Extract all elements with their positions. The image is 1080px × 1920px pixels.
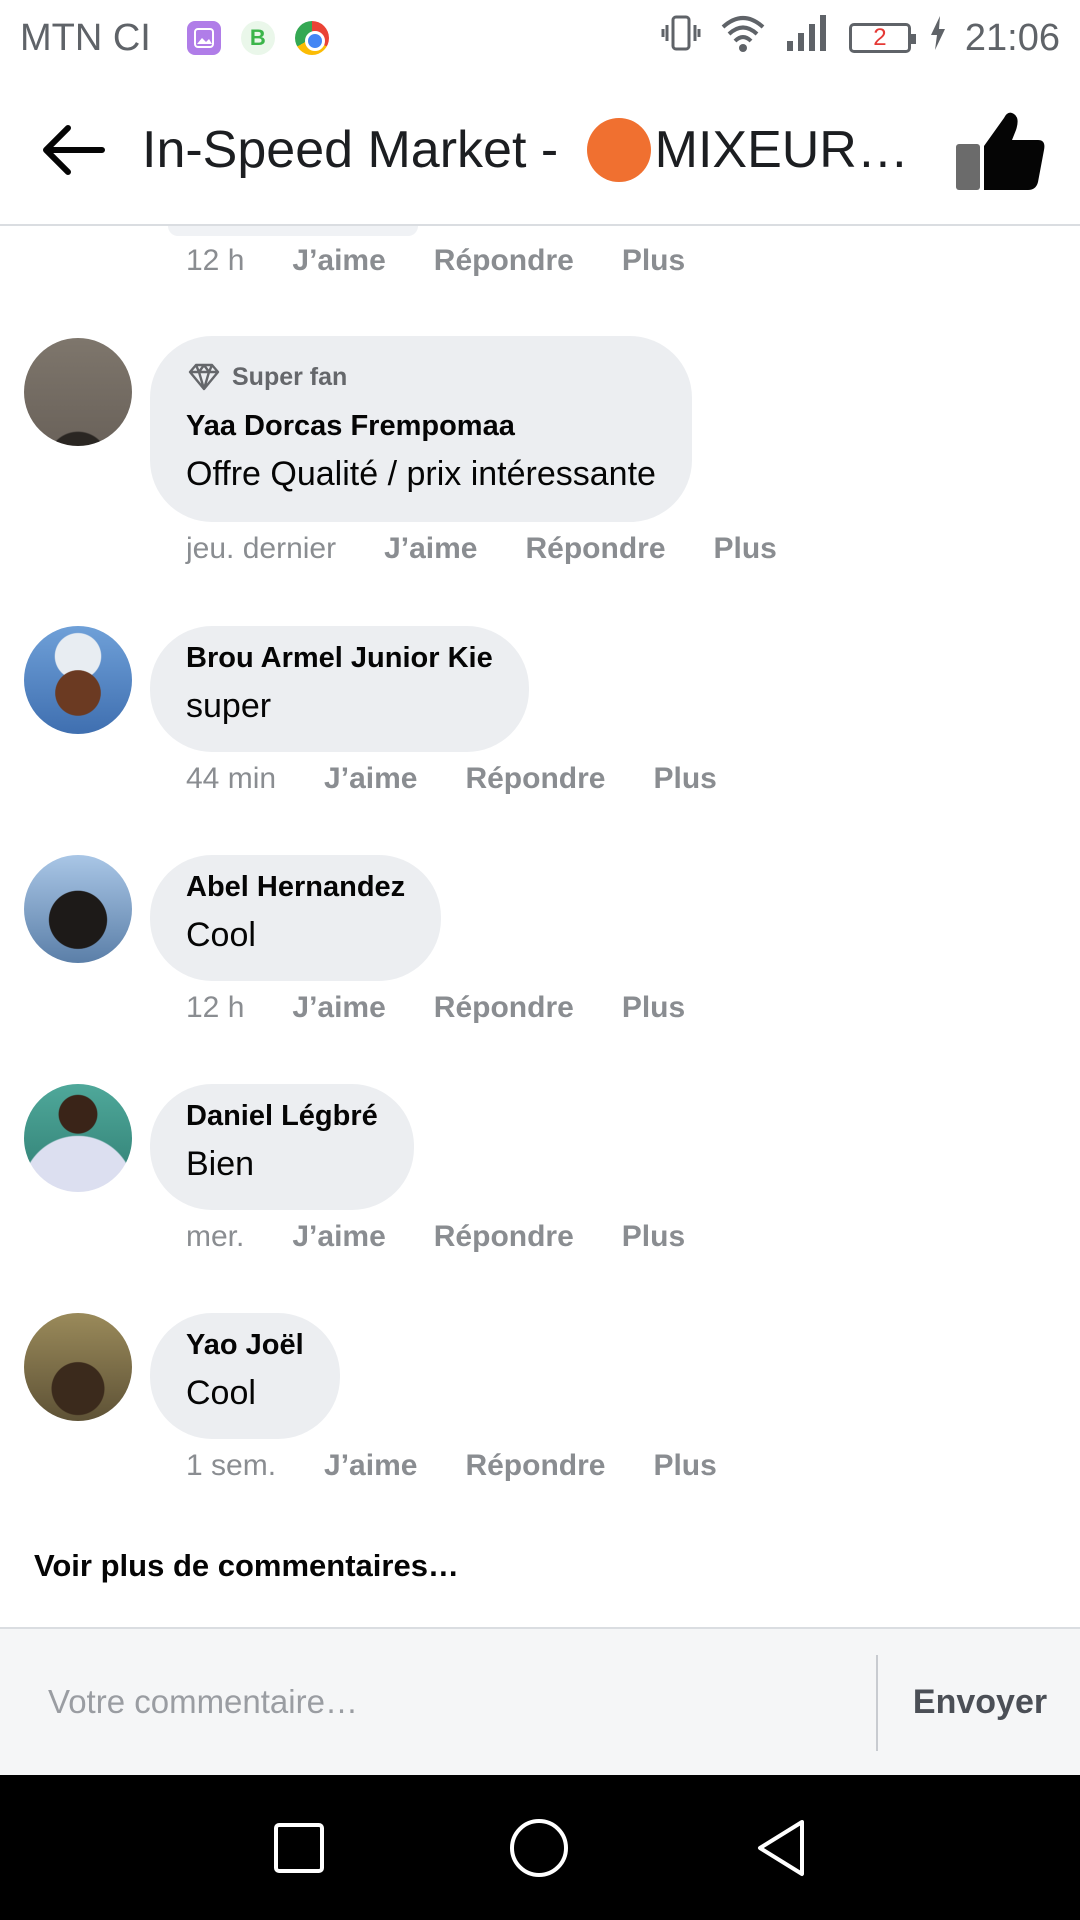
reply-button[interactable]: Répondre [526,532,666,566]
app-header: In-Speed Market - MIXEUR 2… [0,76,1080,226]
recent-apps-button[interactable] [256,1805,342,1891]
like-button[interactable]: J’aime [324,762,417,796]
avatar[interactable] [24,626,132,734]
system-nav-bar [0,1775,1080,1920]
orange-dot-icon [586,118,651,182]
back-icon [758,1820,804,1876]
wifi-icon [719,13,767,63]
more-button[interactable]: Plus [653,1449,716,1483]
like-button[interactable]: J’aime [384,532,477,566]
comment-text: Cool [186,916,256,954]
thumbs-up-icon [956,112,1045,190]
recent-apps-icon [274,1823,324,1873]
comment-time: jeu. dernier [186,532,337,565]
comment-time: 12 h [186,991,245,1024]
comment-actions: jeu. dernier J’aime Répondre Plus [186,532,825,566]
comment-text: Offre Qualité / prix intéressante [186,455,656,493]
view-more-comments-link[interactable]: Voir plus de commentaires… [34,1548,459,1584]
badge-label: Super fan [232,362,348,391]
super-fan-badge: Super fan [186,362,656,392]
chrome-icon [294,21,329,55]
comment-bubble: Brou Armel Junior Kie super [150,626,529,752]
comment-bubble: Daniel Légbré Bien [150,1084,414,1210]
comment-text: Bien [186,1145,255,1183]
comment-actions: 1 sem. J’aime Répondre Plus [186,1449,765,1483]
page-title: In-Speed Market - MIXEUR 2… [142,118,912,182]
screen: MTN CI B 2 21:06 In-Speed Market - MIXEU… [0,0,1080,1920]
battery-level: 2 [873,24,887,51]
comment-author[interactable]: Daniel Légbré [186,1100,378,1133]
page-title-prefix: In-Speed Market - [142,121,573,179]
status-bar: MTN CI B 2 21:06 [0,0,1080,76]
vibrate-icon [661,13,701,63]
b-app-icon: B [240,21,275,55]
arrow-left-icon [43,125,105,175]
more-button[interactable]: Plus [714,532,777,566]
signal-icon [785,13,831,63]
comment-time: 44 min [186,762,277,795]
reply-button[interactable]: Répondre [434,991,574,1025]
comment-time: 12 h [186,244,245,277]
comment-actions: 12 h J’aime Répondre Plus [186,991,733,1025]
comment-author[interactable]: Brou Armel Junior Kie [186,642,493,675]
avatar[interactable] [24,1313,132,1421]
more-button[interactable]: Plus [622,991,685,1025]
comment-composer: Envoyer [0,1627,1080,1775]
comment-author[interactable]: Yao Joël [186,1329,304,1362]
avatar[interactable] [24,1084,132,1192]
comment-time: mer. [186,1220,245,1253]
home-button[interactable] [496,1805,582,1891]
reply-button[interactable]: Répondre [465,762,605,796]
back-button[interactable] [22,100,122,200]
previous-comment-actions: 12 h J’aime Répondre Plus [186,244,733,278]
like-button[interactable]: J’aime [292,991,385,1025]
comment-actions: 44 min J’aime Répondre Plus [186,762,765,796]
like-button[interactable]: J’aime [324,1449,417,1483]
previous-comment-bubble [168,226,418,236]
reply-button[interactable]: Répondre [434,1220,574,1254]
comment-input[interactable] [0,1629,876,1775]
more-button[interactable]: Plus [622,1220,685,1254]
avatar[interactable] [24,855,132,963]
carrier-name: MTN CI [20,16,151,59]
clock: 21:06 [964,16,1060,59]
comment-actions: mer. J’aime Répondre Plus [186,1220,733,1254]
comment-author[interactable]: Abel Hernandez [186,871,405,904]
comment-text: Cool [186,1374,256,1412]
comment-bubble: Abel Hernandez Cool [150,855,442,981]
like-button[interactable]: J’aime [292,1220,385,1254]
like-button[interactable]: J’aime [292,244,385,278]
more-button[interactable]: Plus [622,244,685,278]
diamond-icon [188,363,220,391]
nav-back-button[interactable] [738,1805,824,1891]
gallery-app-icon [186,21,221,55]
more-button[interactable]: Plus [653,762,716,796]
like-post-button[interactable] [950,106,1050,196]
comment-time: 1 sem. [186,1449,277,1482]
charging-icon [929,16,947,60]
reply-button[interactable]: Répondre [434,244,574,278]
divider [876,1655,878,1751]
comment-text: super [186,687,272,725]
comment-bubble: Yao Joël Cool [150,1313,340,1439]
comment-bubble: Super fan Yaa Dorcas Frempomaa Offre Qua… [150,336,692,522]
page-title-suffix: MIXEUR 2… [654,121,912,179]
avatar[interactable] [24,338,132,446]
comment-author[interactable]: Yaa Dorcas Frempomaa [186,410,656,443]
home-icon [510,1819,568,1877]
send-button[interactable]: Envoyer [880,1629,1080,1775]
battery-icon: 2 [848,23,916,53]
reply-button[interactable]: Répondre [465,1449,605,1483]
